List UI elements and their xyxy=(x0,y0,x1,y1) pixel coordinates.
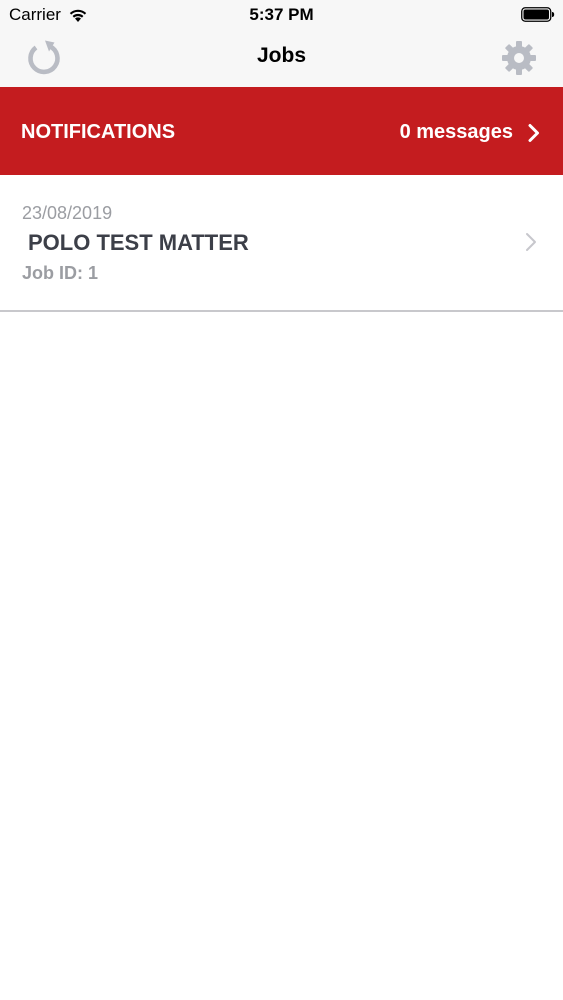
notifications-banner[interactable]: NOTIFICATIONS 0 messages xyxy=(0,87,563,175)
status-bar: Carrier 5:37 PM xyxy=(0,0,563,30)
chevron-right-icon xyxy=(526,233,536,251)
job-list-item[interactable]: 23/08/2019 POLO TEST MATTER Job ID: 1 xyxy=(0,175,563,312)
notifications-count: 0 messages xyxy=(399,121,513,143)
settings-button[interactable] xyxy=(497,38,541,78)
notifications-label: NOTIFICATIONS xyxy=(21,121,176,143)
status-time: 5:37 PM xyxy=(249,5,314,24)
job-id: Job ID: 1 xyxy=(22,263,99,283)
battery-icon xyxy=(521,7,555,22)
navigation-bar: Jobs xyxy=(0,30,563,87)
job-title: POLO TEST MATTER xyxy=(28,230,249,255)
job-date: 23/08/2019 xyxy=(22,203,113,223)
gear-icon xyxy=(502,41,536,75)
jobs-screen: Carrier 5:37 PM Jobs NOTIFICATIONS 0 mes… xyxy=(0,0,563,1000)
page-title: Jobs xyxy=(256,44,306,67)
chevron-right-icon xyxy=(528,124,539,142)
